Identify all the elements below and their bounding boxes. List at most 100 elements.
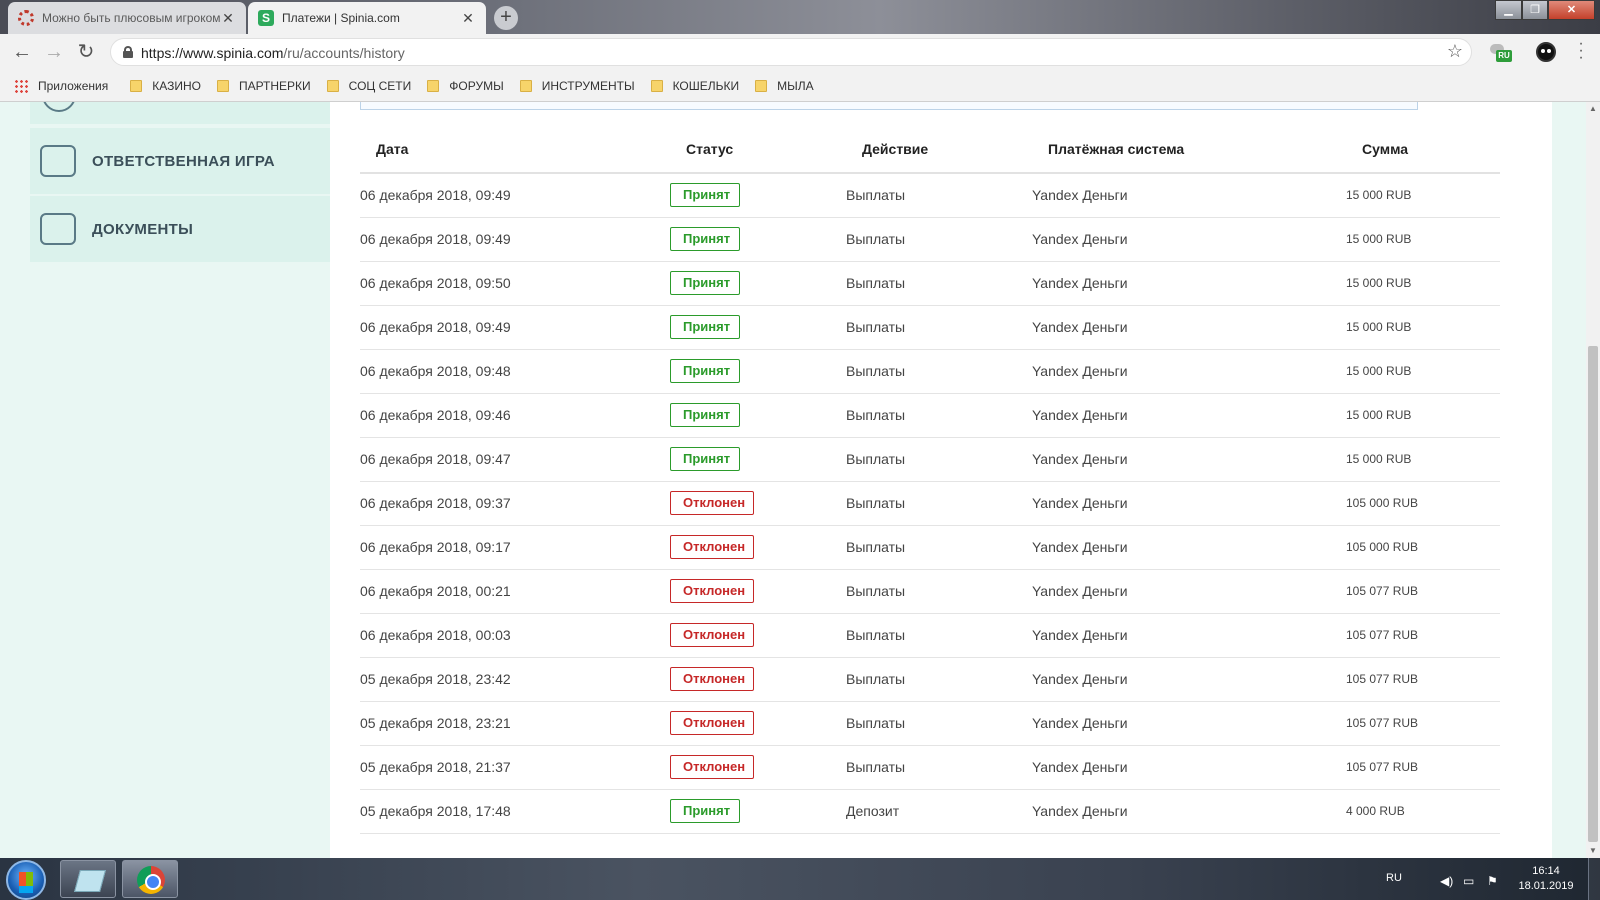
cell-status: Принят xyxy=(670,393,846,438)
sidebar-item-previous[interactable] xyxy=(30,102,330,124)
flag-icon[interactable]: ⚑ xyxy=(1487,874,1498,888)
cell-status: Отклонен xyxy=(670,525,846,570)
cell-action: Депозит xyxy=(846,789,1032,834)
cell-action: Выплаты xyxy=(846,569,1032,614)
new-tab-button[interactable]: + xyxy=(494,6,518,30)
bookmark-star-icon[interactable]: ☆ xyxy=(1447,41,1463,62)
cell-action: Выплаты xyxy=(846,525,1032,570)
tab-title: Можно быть плюсовым игроком xyxy=(42,11,220,25)
cell-payment-system: Yandex Деньги xyxy=(1032,261,1346,306)
payments-panel: Дата Статус Действие Платёжная система С… xyxy=(330,102,1552,858)
cell-status: Отклонен xyxy=(670,613,846,658)
tab-close-icon[interactable]: ✕ xyxy=(220,10,236,27)
reload-icon[interactable]: ↻ xyxy=(74,40,98,64)
language-indicator[interactable]: RU xyxy=(1386,872,1402,900)
forward-arrow-icon[interactable]: → xyxy=(42,40,66,64)
status-badge: Принят xyxy=(670,271,740,295)
taskbar-notes-app[interactable] xyxy=(60,860,116,898)
status-badge: Принят xyxy=(670,315,740,339)
cell-payment-system: Yandex Деньги xyxy=(1032,789,1346,834)
folder-icon xyxy=(130,79,143,92)
cell-status: Принят xyxy=(670,217,846,262)
bookmark-folder[interactable]: КАЗИНО xyxy=(130,79,201,93)
status-badge: Принят xyxy=(670,403,740,427)
tab-inactive[interactable]: Можно быть плюсовым игроком ✕ xyxy=(8,2,246,34)
bookmark-folder[interactable]: ПАРТНЕРКИ xyxy=(216,79,311,93)
cell-status: Отклонен xyxy=(670,569,846,614)
folder-icon xyxy=(755,79,768,92)
bookmark-folder[interactable]: КОШЕЛЬКИ xyxy=(650,79,739,93)
profile-circle-icon xyxy=(42,102,76,112)
sidebar-item-label: ДОКУМЕНТЫ xyxy=(92,220,194,238)
scroll-down-arrow-icon[interactable]: ▼ xyxy=(1586,844,1600,858)
column-header-payment-system[interactable]: Платёжная система xyxy=(1032,126,1346,174)
status-badge: Отклонен xyxy=(670,667,754,691)
maximize-button[interactable]: ❐ xyxy=(1522,0,1548,20)
column-header-action[interactable]: Действие xyxy=(846,126,1032,174)
browser-menu-icon[interactable]: · · · xyxy=(1576,36,1586,66)
bookmark-folder[interactable]: МЫЛА xyxy=(755,79,814,93)
close-window-button[interactable]: ✕ xyxy=(1548,0,1595,20)
sidebar-item-documents[interactable]: ДОКУМЕНТЫ xyxy=(30,196,330,262)
cell-payment-system: Yandex Деньги xyxy=(1032,745,1346,790)
extension-face-icon[interactable] xyxy=(1536,42,1556,62)
back-arrow-icon[interactable]: ← xyxy=(10,40,34,64)
table-row: 06 декабря 2018, 00:21 Отклонен Выплаты Yan… xyxy=(360,569,1500,614)
cell-payment-system: Yandex Деньги xyxy=(1032,305,1346,350)
scroll-up-arrow-icon[interactable]: ▲ xyxy=(1586,102,1600,116)
cell-action: Выплаты xyxy=(846,745,1032,790)
status-badge: Отклонен xyxy=(670,711,754,735)
status-badge: Отклонен xyxy=(670,535,754,559)
system-clock[interactable]: 16:14 18.01.2019 xyxy=(1514,864,1578,894)
tab-close-icon[interactable]: ✕ xyxy=(460,10,476,27)
cell-status: Принят xyxy=(670,437,846,482)
clock-date: 18.01.2019 xyxy=(1518,880,1574,892)
cell-status: Принят xyxy=(670,349,846,394)
lock-icon xyxy=(123,46,133,58)
cell-status: Принят xyxy=(670,261,846,306)
cell-date: 06 декабря 2018, 00:21 xyxy=(360,569,670,614)
status-badge: Отклонен xyxy=(670,623,754,647)
cell-action: Выплаты xyxy=(846,393,1032,438)
cell-amount: 15 000 RUB xyxy=(1346,217,1500,262)
cell-amount: 105 077 RUB xyxy=(1346,613,1500,658)
sidebar-item-responsible-gaming[interactable]: ОТВЕТСТВЕННАЯ ИГРА xyxy=(30,128,330,194)
cell-date: 06 декабря 2018, 09:49 xyxy=(360,173,670,218)
cell-payment-system: Yandex Деньги xyxy=(1032,393,1346,438)
status-badge: Отклонен xyxy=(670,579,754,603)
status-badge: Принят xyxy=(670,227,740,251)
cell-payment-system: Yandex Деньги xyxy=(1032,481,1346,526)
network-icon[interactable]: ▭ xyxy=(1463,874,1474,888)
cell-payment-system: Yandex Деньги xyxy=(1032,569,1346,614)
url-text[interactable]: https://www.spinia.com/ru/accounts/histo… xyxy=(141,45,405,61)
cell-action: Выплаты xyxy=(846,305,1032,350)
table-row: 06 декабря 2018, 09:17 Отклонен Выплаты Yan… xyxy=(360,525,1500,570)
column-header-amount[interactable]: Сумма xyxy=(1346,126,1500,174)
bookmark-apps[interactable]: Приложения xyxy=(14,78,108,93)
cell-status: Принят xyxy=(670,305,846,350)
minimize-button[interactable]: ▁ xyxy=(1495,0,1522,20)
column-header-status[interactable]: Статус xyxy=(670,126,846,174)
cell-date: 06 декабря 2018, 09:37 xyxy=(360,481,670,526)
spinia-favicon-icon: S xyxy=(258,10,274,26)
folder-icon xyxy=(519,79,532,92)
column-header-date[interactable]: Дата xyxy=(360,126,670,174)
tab-strip: Можно быть плюсовым игроком ✕ S Платежи … xyxy=(0,0,1600,34)
cell-payment-system: Yandex Деньги xyxy=(1032,173,1346,218)
cell-action: Выплаты xyxy=(846,613,1032,658)
bookmark-folder[interactable]: СОЦ СЕТИ xyxy=(326,79,411,93)
speaker-icon[interactable]: ◀) xyxy=(1440,874,1453,888)
folder-icon xyxy=(650,79,663,92)
tab-active[interactable]: S Платежи | Spinia.com ✕ xyxy=(248,2,486,34)
show-desktop-button[interactable] xyxy=(1588,858,1600,900)
address-bar[interactable]: https://www.spinia.com/ru/accounts/histo… xyxy=(110,38,1472,66)
bookmark-folder[interactable]: ИНСТРУМЕНТЫ xyxy=(519,79,635,93)
page-scrollbar[interactable]: ▲ ▼ xyxy=(1586,102,1600,858)
start-button[interactable] xyxy=(6,860,46,900)
scroll-thumb[interactable] xyxy=(1588,346,1598,842)
bookmark-folder[interactable]: ФОРУМЫ xyxy=(427,79,504,93)
cell-status: Отклонен xyxy=(670,745,846,790)
taskbar-chrome-app[interactable] xyxy=(122,860,178,898)
cell-amount: 105 077 RUB xyxy=(1346,745,1500,790)
language-extension-icon[interactable]: RU xyxy=(1490,42,1512,62)
